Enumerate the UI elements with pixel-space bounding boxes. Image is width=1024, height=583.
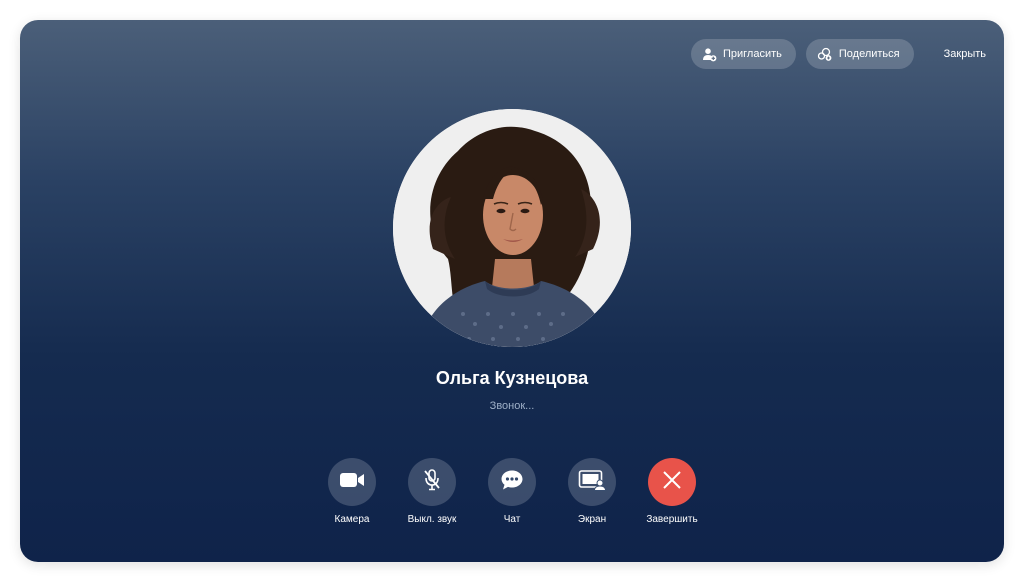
camera-label: Камера <box>334 514 370 525</box>
chat-button[interactable]: Чат <box>476 458 548 525</box>
end-call-icon <box>662 470 682 495</box>
top-actions: Пригласить Поделиться Закрыть <box>690 39 986 69</box>
mute-button-circle[interactable] <box>408 458 456 506</box>
screen-share-button[interactable]: Экран <box>556 458 628 525</box>
chat-button-circle[interactable] <box>488 458 536 506</box>
close-button[interactable]: Закрыть <box>944 48 986 60</box>
mute-button[interactable]: Выкл. звук <box>396 458 468 525</box>
end-call-button-circle[interactable] <box>648 458 696 506</box>
share-icon <box>817 47 833 62</box>
add-user-icon <box>702 47 717 62</box>
screen-share-icon <box>578 469 607 496</box>
screen-label: Экран <box>577 514 607 525</box>
end-call-label: Завершить <box>646 514 698 525</box>
chat-bubble-icon <box>500 469 524 496</box>
share-button[interactable]: Поделиться <box>805 39 914 69</box>
caller-avatar <box>393 109 631 347</box>
chat-label: Чат <box>503 514 521 525</box>
camera-button[interactable]: Камера <box>316 458 388 525</box>
invite-button[interactable]: Пригласить <box>690 39 796 69</box>
call-status: Звонок... <box>489 400 535 412</box>
invite-label: Пригласить <box>722 48 782 60</box>
mute-label: Выкл. звук <box>407 514 457 525</box>
camera-button-circle[interactable] <box>328 458 376 506</box>
video-camera-icon <box>339 471 365 494</box>
end-call-button[interactable]: Завершить <box>636 458 708 525</box>
screen-share-button-circle[interactable] <box>568 458 616 506</box>
woman-portrait-image <box>393 109 631 347</box>
call-window: Пригласить Поделиться Закрыть Ольга Кузн… <box>20 20 1004 562</box>
caller-name: Ольга Кузнецова <box>435 368 589 388</box>
call-controls: Камера Выкл. звук Чат Экран Завершить <box>328 458 698 528</box>
microphone-off-icon <box>422 468 442 496</box>
share-label: Поделиться <box>838 48 900 60</box>
